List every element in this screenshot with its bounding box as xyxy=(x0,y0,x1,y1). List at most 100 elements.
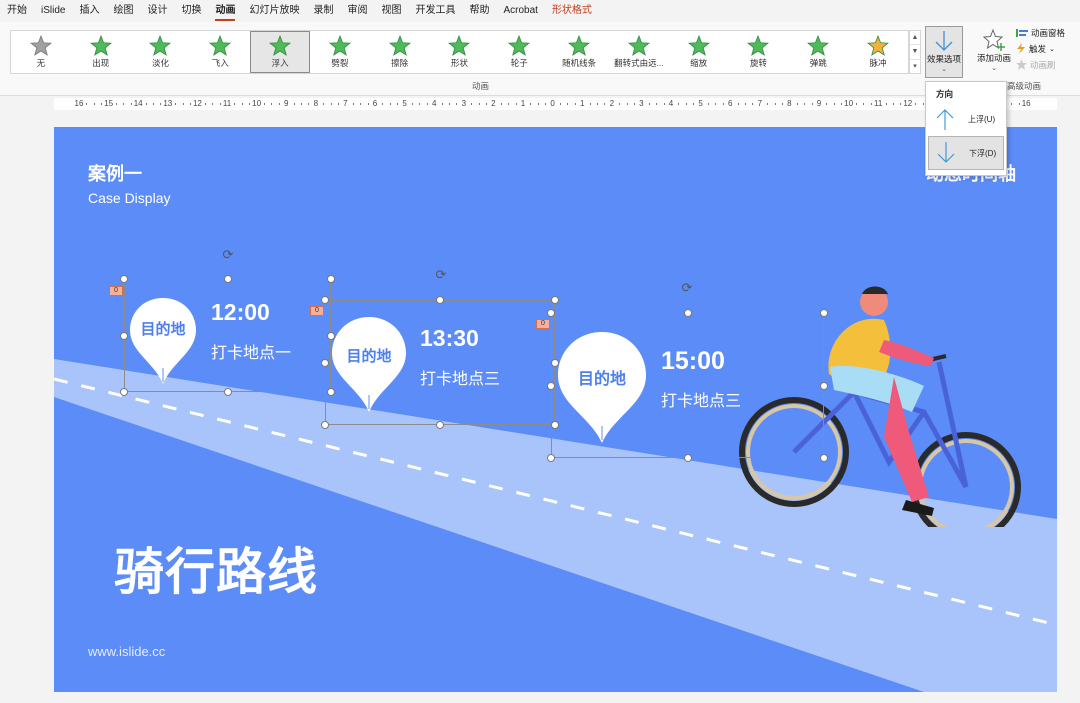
animation-star-randombars[interactable]: 随机线条 xyxy=(549,31,609,73)
animation-pane-button[interactable]: 动画窗格 xyxy=(1016,26,1080,39)
resize-handle[interactable] xyxy=(820,309,828,317)
animation-order-tag[interactable]: 0 xyxy=(310,306,324,316)
option-float-up[interactable]: 上浮(U) xyxy=(926,102,1006,136)
rotate-handle-icon[interactable]: ⟳ xyxy=(680,281,694,295)
rotate-handle-icon[interactable]: ⟳ xyxy=(434,268,448,282)
animation-order-tag[interactable]: 0 xyxy=(536,319,550,329)
animation-star-shape[interactable]: 形状 xyxy=(430,31,490,73)
menu-islide[interactable]: iSlide xyxy=(34,0,72,22)
resize-handle[interactable] xyxy=(547,454,555,462)
option-float-down[interactable]: 下浮(D) xyxy=(928,136,1004,170)
gallery-more-icon[interactable]: ▾ xyxy=(910,60,920,73)
menu-slideshow[interactable]: 幻灯片放映 xyxy=(242,0,306,22)
resize-handle[interactable] xyxy=(321,296,329,304)
animation-star-swivel[interactable]: 旋转 xyxy=(729,31,789,73)
resize-handle[interactable] xyxy=(547,381,555,390)
stop-time[interactable]: 15:00 xyxy=(661,347,725,376)
resize-handle[interactable] xyxy=(551,296,559,304)
animation-star-split[interactable]: 劈裂 xyxy=(310,31,370,73)
star-wheel-icon xyxy=(508,35,531,56)
main-title[interactable]: 骑行路线 xyxy=(114,532,318,604)
ruler-tick-label: 15 xyxy=(104,99,114,108)
ruler-tick-label: 13 xyxy=(163,99,173,108)
menu-developer[interactable]: 开发工具 xyxy=(408,0,462,22)
ruler-tick xyxy=(234,103,236,105)
stop-time[interactable]: 12:00 xyxy=(211,299,270,326)
animation-star-floatin[interactable]: 浮入 xyxy=(250,31,310,73)
menu-help[interactable]: 帮助 xyxy=(462,0,496,22)
animation-order-tag[interactable]: 0 xyxy=(109,286,123,296)
add-animation-label: 添加动画 xyxy=(976,53,1011,63)
resize-handle[interactable] xyxy=(327,331,335,340)
menu-draw[interactable]: 绘图 xyxy=(106,0,140,22)
stop-place[interactable]: 打卡地点三 xyxy=(661,387,741,411)
menu-acrobat[interactable]: Acrobat xyxy=(496,0,544,22)
ruler-tick xyxy=(782,103,783,105)
effect-options-button[interactable]: 效果选项 ⌄ xyxy=(925,26,963,78)
animation-star-wheel[interactable]: 轮子 xyxy=(489,31,549,73)
animation-star-none[interactable]: 无 xyxy=(11,31,71,73)
resize-handle[interactable] xyxy=(436,421,444,429)
footer-url[interactable]: www.islide.cc xyxy=(88,644,165,659)
scroll-up-icon[interactable]: ▲ xyxy=(910,31,920,46)
scroll-down-icon[interactable]: ▼ xyxy=(910,45,920,60)
resize-handle[interactable] xyxy=(327,388,335,396)
option-float-down-label: 下浮(D) xyxy=(969,148,997,158)
animation-label: 脉冲 xyxy=(869,58,887,68)
menu-transitions[interactable]: 切换 xyxy=(174,0,208,22)
resize-handle[interactable] xyxy=(120,275,128,283)
resize-handle[interactable] xyxy=(820,381,828,390)
stop-place[interactable]: 打卡地点三 xyxy=(420,365,500,389)
menu-animations[interactable]: 动画 xyxy=(208,0,242,22)
menu-design[interactable]: 设计 xyxy=(140,0,174,22)
horizontal-ruler[interactable]: 16 15 14 13 12 11 10 9 8 7 6 5 4 3 2 1 0 1 2 3 4 5 6 7 8 9 10 11 12 1… xyxy=(54,98,1057,110)
resize-handle[interactable] xyxy=(547,309,555,317)
resize-handle[interactable] xyxy=(223,388,232,396)
animation-label: 飞入 xyxy=(211,58,229,68)
resize-handle[interactable] xyxy=(120,331,128,340)
resize-handle[interactable] xyxy=(120,388,128,396)
resize-handle[interactable] xyxy=(321,358,329,367)
ruler-tick-label: 8 xyxy=(313,99,319,108)
ruler-tick-label: 12 xyxy=(192,99,202,108)
animation-star-fade[interactable]: 淡化 xyxy=(131,31,191,73)
menu-insert[interactable]: 插入 xyxy=(72,0,106,22)
menu-view[interactable]: 视图 xyxy=(374,0,408,22)
animation-star-flyin[interactable]: 飞入 xyxy=(190,31,250,73)
animation-star-bounce[interactable]: 弹跳 xyxy=(788,31,848,73)
case-subtitle[interactable]: Case Display xyxy=(88,190,170,206)
cyclist-illustration[interactable] xyxy=(734,282,1034,527)
star-none-icon xyxy=(29,35,52,56)
resize-handle[interactable] xyxy=(820,454,828,462)
animation-star-zoom[interactable]: 缩放 xyxy=(669,31,729,73)
resize-handle[interactable] xyxy=(436,296,444,304)
resize-handle[interactable] xyxy=(327,275,335,283)
gallery-scroll[interactable]: ▲ ▼ ▾ xyxy=(909,30,921,74)
animation-star-wipe[interactable]: 擦除 xyxy=(370,31,430,73)
slide-canvas[interactable]: 案例一 Case Display 动态时间轴 目的地 12:00 打卡地点一 目… xyxy=(54,127,1057,692)
resize-handle[interactable] xyxy=(551,358,559,367)
resize-handle[interactable] xyxy=(321,421,329,429)
animation-painter-button[interactable]: 动画刷 xyxy=(1016,58,1080,71)
animation-star-pulse[interactable]: 脉冲 xyxy=(848,31,908,73)
rotate-handle-icon[interactable]: ⟳ xyxy=(221,248,235,262)
stop-time[interactable]: 13:30 xyxy=(420,325,479,352)
animation-star-growturn[interactable]: 翻转式由远... xyxy=(609,31,669,73)
stop-place[interactable]: 打卡地点一 xyxy=(211,339,291,363)
menu-home[interactable]: 开始 xyxy=(0,0,34,22)
add-animation-button[interactable]: 添加动画 ⌄ xyxy=(974,26,1014,78)
resize-handle[interactable] xyxy=(683,309,692,317)
menu-review[interactable]: 审阅 xyxy=(340,0,374,22)
resize-handle[interactable] xyxy=(551,421,559,429)
pin-icon[interactable] xyxy=(128,296,198,386)
ruler-tick xyxy=(190,103,191,105)
animation-star-appear[interactable]: 出现 xyxy=(71,31,131,73)
trigger-button[interactable]: 触发 ⌄ xyxy=(1016,42,1080,55)
ruler-tick xyxy=(441,103,443,105)
resize-handle[interactable] xyxy=(683,454,692,462)
resize-handle[interactable] xyxy=(223,275,232,283)
menu-shape-format[interactable]: 形状格式 xyxy=(545,0,599,22)
case-title[interactable]: 案例一 xyxy=(88,160,142,186)
chevron-down-icon: ⌄ xyxy=(1049,45,1055,53)
menu-record[interactable]: 录制 xyxy=(306,0,340,22)
